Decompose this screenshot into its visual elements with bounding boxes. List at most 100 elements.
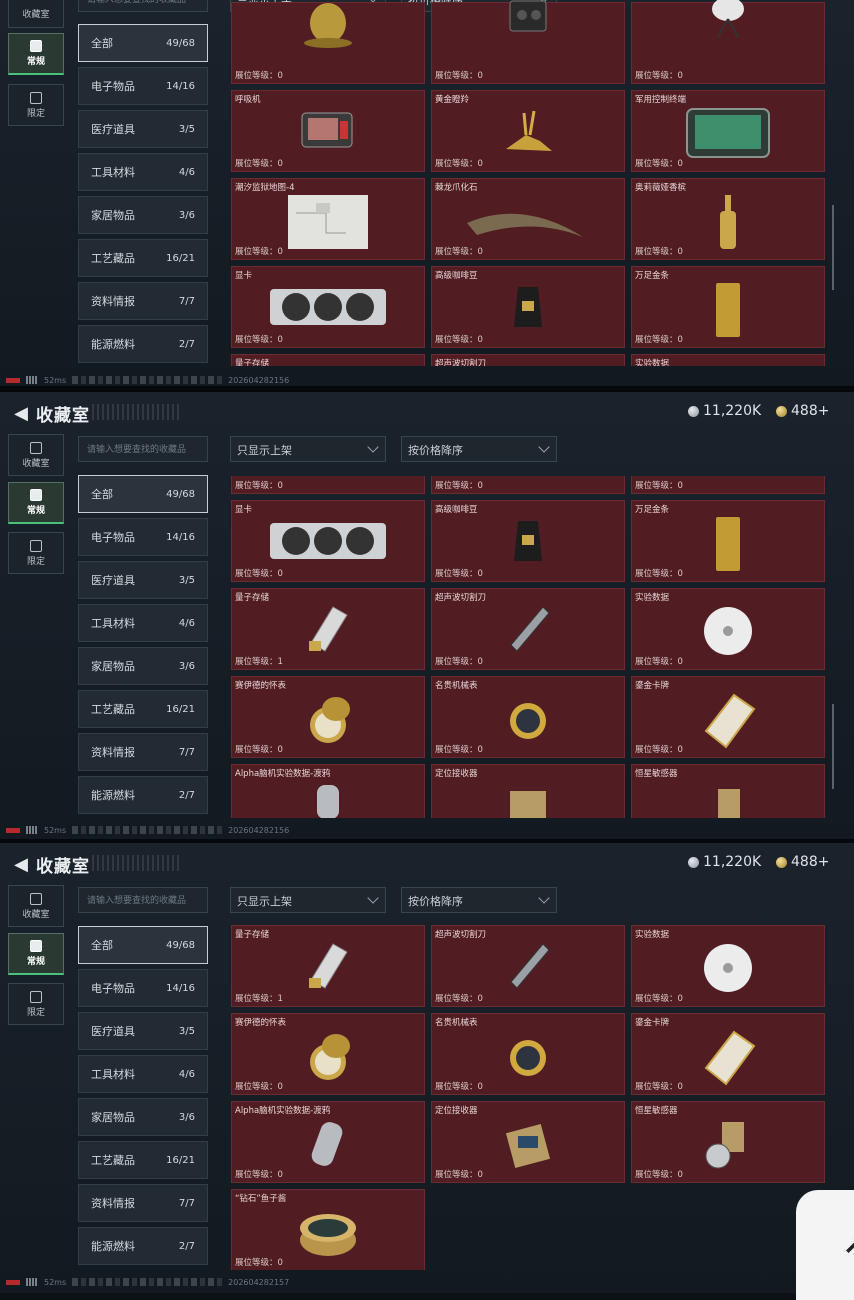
back-arrow-icon[interactable]: ◀	[10, 853, 32, 875]
item-card[interactable]: 展位等级：0	[231, 2, 425, 84]
item-grid: 展位等级：0 展位等级：0 展位等级：0 呼吸机 展位等级：0 黄金瞪羚 展位等…	[230, 0, 830, 366]
item-card[interactable]: 超声波切割刀	[431, 354, 625, 366]
category-crafts[interactable]: 工艺藏品 16/21	[78, 1141, 208, 1179]
item-card[interactable]: 万足金条 展位等级：0	[631, 500, 825, 582]
item-level: 展位等级：0	[235, 247, 283, 257]
item-card[interactable]: 赛伊德的怀表 展位等级：0	[231, 676, 425, 758]
gold-currency[interactable]: 488+	[776, 854, 829, 870]
item-card[interactable]: 定位接收器	[431, 764, 625, 818]
search-input[interactable]: 请输入想要查找的收藏品	[78, 887, 208, 913]
nav-regular[interactable]: 常规	[8, 933, 64, 975]
gilded-card-icon	[704, 693, 756, 749]
category-tools[interactable]: 工具材料 4/6	[78, 604, 208, 642]
category-electronics[interactable]: 电子物品 14/16	[78, 969, 208, 1007]
item-name: 显卡	[235, 505, 253, 515]
category-home[interactable]: 家居物品 3/6	[78, 196, 208, 234]
item-card[interactable]: 展位等级：0	[431, 0, 625, 84]
item-level: 展位等级：1	[235, 657, 283, 667]
item-card[interactable]: 实验数据 展位等级：0	[631, 588, 825, 670]
item-card[interactable]: 黄金瞪羚 展位等级：0	[431, 90, 625, 172]
item-card[interactable]: 量子存储 展位等级：1	[231, 925, 425, 1007]
category-all[interactable]: 全部 49/68	[78, 24, 208, 62]
item-name: 黄金瞪羚	[435, 95, 470, 105]
search-input[interactable]: 请输入想要查找的收藏品	[78, 0, 208, 12]
item-card[interactable]: 高级咖啡豆 展位等级：0	[431, 500, 625, 582]
item-name: 定位接收器	[435, 769, 478, 779]
item-card[interactable]: 恒星敏感器 展位等级：0	[631, 1101, 825, 1183]
item-card[interactable]: 显卡 展位等级：0	[231, 500, 425, 582]
nav-limited[interactable]: 限定	[8, 532, 64, 574]
category-intel[interactable]: 资料情报 7/7	[78, 733, 208, 771]
item-card[interactable]: “钻石”鱼子酱 展位等级：0	[231, 1189, 425, 1270]
category-all[interactable]: 全部 49/68	[78, 926, 208, 964]
item-card[interactable]: 实验数据	[631, 354, 825, 366]
item-card[interactable]: 军用控制终端 展位等级：0	[631, 90, 825, 172]
status-bar: 52ms 202604282157	[6, 1275, 289, 1289]
scrollbar[interactable]	[832, 205, 834, 290]
item-name: 赛伊德的怀表	[235, 681, 287, 691]
category-tools[interactable]: 工具材料 4/6	[78, 1055, 208, 1093]
item-card[interactable]: 万足金条 展位等级：0	[631, 266, 825, 348]
category-medical[interactable]: 医疗道具 3/5	[78, 1012, 208, 1050]
category-electronics[interactable]: 电子物品 14/16	[78, 518, 208, 556]
category-all[interactable]: 全部 49/68	[78, 475, 208, 513]
category-medical[interactable]: 医疗道具 3/5	[78, 561, 208, 599]
item-card[interactable]: 显卡 展位等级：0	[231, 266, 425, 348]
nav-regular[interactable]: 常规	[8, 482, 64, 524]
category-home[interactable]: 家居物品 3/6	[78, 647, 208, 685]
item-card[interactable]: 高级咖啡豆 展位等级：0	[431, 266, 625, 348]
scrollbar[interactable]	[832, 704, 834, 789]
item-card[interactable]: 棘龙爪化石 展位等级：0	[431, 178, 625, 260]
item-card[interactable]: 定位接收器 展位等级：0	[431, 1101, 625, 1183]
nav-collection-room[interactable]: 收藏室	[8, 885, 64, 927]
item-card[interactable]: 量子存储	[231, 354, 425, 366]
item-level: 展位等级：0	[635, 1170, 683, 1180]
category-intel[interactable]: 资料情报 7/7	[78, 282, 208, 320]
sort-dropdown[interactable]: 按价格降序	[401, 887, 557, 913]
item-card[interactable]: 赛伊德的怀表 展位等级：0	[231, 1013, 425, 1095]
item-grid: 展位等级：0 展位等级：0 展位等级：0 显卡 展位等级：0 高级咖啡豆 展位等…	[230, 476, 830, 818]
item-card[interactable]: 量子存储 展位等级：1	[231, 588, 425, 670]
item-card[interactable]: 实验数据 展位等级：0	[631, 925, 825, 1007]
item-level: 展位等级：0	[435, 994, 483, 1004]
category-crafts[interactable]: 工艺藏品 16/21	[78, 690, 208, 728]
category-home[interactable]: 家居物品 3/6	[78, 1098, 208, 1136]
category-energy[interactable]: 能源燃料 2/7	[78, 325, 208, 363]
category-intel[interactable]: 资料情报 7/7	[78, 1184, 208, 1222]
category-energy[interactable]: 能源燃料 2/7	[78, 1227, 208, 1265]
search-input[interactable]: 请输入想要查找的收藏品	[78, 436, 208, 462]
item-card[interactable]: 鎏金卡牌 展位等级：0	[631, 1013, 825, 1095]
item-card[interactable]: 鎏金卡牌 展位等级：0	[631, 676, 825, 758]
category-tools[interactable]: 工具材料 4/6	[78, 153, 208, 191]
sort-dropdown[interactable]: 按价格降序	[401, 436, 557, 462]
item-card[interactable]: 展位等级：0	[231, 476, 425, 494]
item-card[interactable]: 超声波切割刀 展位等级：0	[431, 588, 625, 670]
nav-limited[interactable]: 限定	[8, 84, 64, 126]
category-electronics[interactable]: 电子物品 14/16	[78, 67, 208, 105]
category-medical[interactable]: 医疗道具 3/5	[78, 110, 208, 148]
nav-collection-room[interactable]: 收藏室	[8, 434, 64, 476]
category-energy[interactable]: 能源燃料 2/7	[78, 776, 208, 814]
back-arrow-icon[interactable]: ◀	[10, 402, 32, 424]
item-card[interactable]: 呼吸机 展位等级：0	[231, 90, 425, 172]
item-card[interactable]: 名贵机械表 展位等级：0	[431, 1013, 625, 1095]
nav-limited[interactable]: 限定	[8, 983, 64, 1025]
screenshot-panel-3: ◀ 收藏室 11,220K 488+ 收藏室 常规 限定 请输入想要查找的收藏品…	[0, 843, 854, 1293]
category-crafts[interactable]: 工艺藏品 16/21	[78, 239, 208, 277]
item-card[interactable]: 潮汐监狱地图-4 展位等级：0	[231, 178, 425, 260]
item-card[interactable]: 奥莉薇娅香槟 展位等级：0	[631, 178, 825, 260]
item-card[interactable]: 超声波切割刀 展位等级：0	[431, 925, 625, 1007]
page-title: 收藏室	[36, 406, 90, 426]
item-card[interactable]: 恒星敏感器	[631, 764, 825, 818]
item-card[interactable]: Alpha脑机实验数据-渡鸦 展位等级：0	[231, 1101, 425, 1183]
item-card[interactable]: 展位等级：0	[631, 476, 825, 494]
shelf-filter-dropdown[interactable]: 只显示上架	[230, 436, 386, 462]
item-card[interactable]: Alpha脑机实验数据-渡鸦	[231, 764, 425, 818]
item-card[interactable]: 名贵机械表 展位等级：0	[431, 676, 625, 758]
item-card[interactable]: 展位等级：0	[431, 476, 625, 494]
gold-currency[interactable]: 488+	[776, 403, 829, 419]
nav-collection-room[interactable]: 收藏室	[8, 0, 64, 28]
item-card[interactable]: 展位等级：0	[631, 0, 825, 84]
shelf-filter-dropdown[interactable]: 只显示上架	[230, 887, 386, 913]
nav-regular[interactable]: 常规	[8, 33, 64, 75]
